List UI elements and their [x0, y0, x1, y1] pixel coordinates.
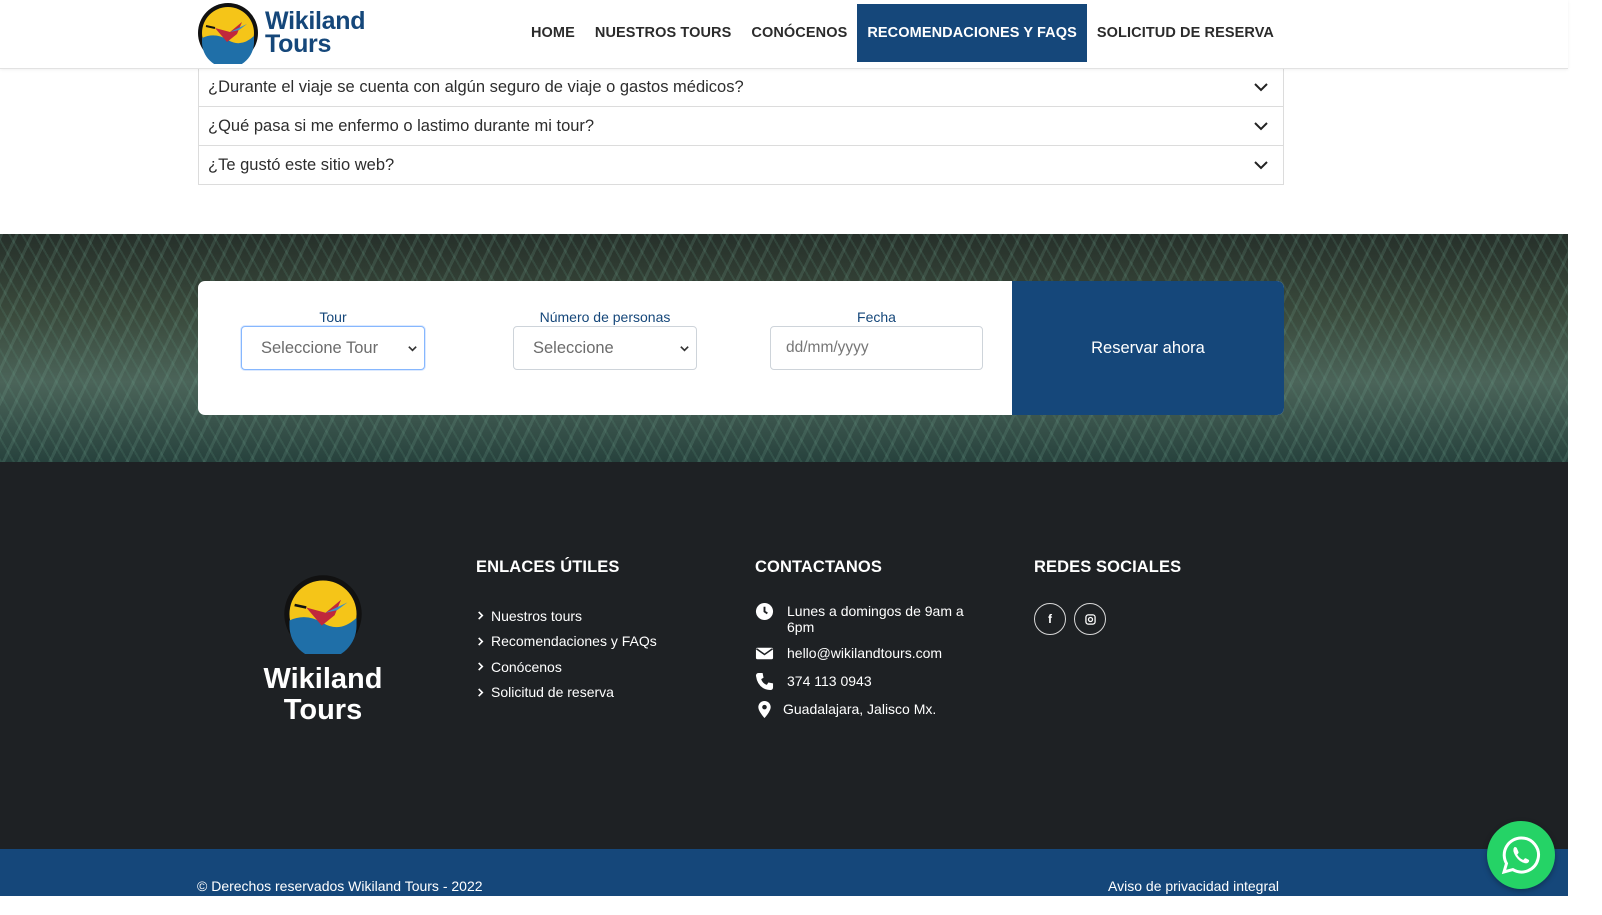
faq-item[interactable]: ¿Qué pasa si me enfermo o lastimo durant…: [199, 106, 1283, 145]
contact-email[interactable]: hello@wikilandtours.com: [755, 645, 985, 663]
footer-brand-name: Wikiland Tours: [255, 664, 391, 726]
people-select[interactable]: Seleccione: [513, 326, 697, 370]
footer-brand-line2: Tours: [283, 694, 363, 726]
tour-label: Tour: [319, 309, 347, 325]
footer-link-label: Solicitud de reserva: [491, 684, 614, 701]
site-header: Wikiland Tours HOME NUESTROS TOURS CONÓC…: [0, 0, 1568, 69]
useful-links-column: ENLACES ÚTILES Nuestros tours Recomendac…: [476, 558, 657, 705]
clock-icon: [755, 602, 774, 621]
contact-phone-text: 374 113 0943: [787, 673, 872, 689]
brand-name-line2: Tours: [265, 30, 332, 58]
date-placeholder: dd/mm/yyyy: [786, 339, 869, 356]
contact-title: CONTACTANOS: [755, 558, 882, 576]
people-field: Número de personas Seleccione: [513, 309, 697, 370]
hummingbird-logo-icon: [198, 3, 258, 64]
nav-conocenos[interactable]: CONÓCENOS: [741, 4, 857, 62]
social-title: REDES SOCIALES: [1034, 558, 1182, 576]
booking-form: Tour Seleccione Tour Número de personas …: [198, 281, 1284, 415]
contact-phone[interactable]: 374 113 0943: [755, 672, 985, 691]
chevron-right-icon: [478, 688, 484, 697]
tour-select[interactable]: Seleccione Tour: [241, 326, 425, 370]
hummingbird-logo-icon: [284, 575, 362, 654]
chevron-down-icon: [1254, 83, 1268, 92]
faq-question: ¿Te gustó este sitio web?: [208, 155, 395, 174]
social-column: REDES SOCIALES f: [1034, 558, 1181, 635]
footer-link-recomendaciones[interactable]: Recomendaciones y FAQs: [476, 629, 657, 655]
phone-icon: [755, 672, 774, 691]
chevron-right-icon: [478, 662, 484, 671]
footer-link-conocenos[interactable]: Conócenos: [476, 654, 657, 680]
date-field: Fecha dd/mm/yyyy: [770, 309, 983, 370]
site-footer: Wikiland Tours ENLACES ÚTILES Nuestros t…: [0, 462, 1568, 849]
instagram-glyph-icon: [1084, 613, 1096, 625]
faq-item[interactable]: ¿Durante el viaje se cuenta con algún se…: [199, 68, 1283, 106]
faq-accordion: ¿Durante el viaje se cuenta con algún se…: [198, 68, 1284, 185]
faq-item[interactable]: ¿Te gustó este sitio web?: [199, 145, 1283, 184]
footer-link-solicitud[interactable]: Solicitud de reserva: [476, 680, 657, 706]
date-label: Fecha: [857, 309, 896, 325]
contact-location-text: Guadalajara, Jalisco Mx.: [783, 701, 937, 717]
nav-nuestros-tours[interactable]: NUESTROS TOURS: [585, 4, 741, 62]
footer-brand-line1: Wikiland: [263, 663, 383, 695]
nav-home[interactable]: HOME: [521, 4, 585, 62]
nav-solicitud-reserva[interactable]: SOLICITUD DE RESERVA: [1087, 4, 1284, 62]
useful-links-list: Nuestros tours Recomendaciones y FAQs Co…: [476, 603, 657, 705]
contact-location: Guadalajara, Jalisco Mx.: [755, 700, 985, 719]
reserve-now-button[interactable]: Reservar ahora: [1012, 281, 1284, 415]
envelope-icon: [755, 647, 774, 660]
chevron-right-icon: [478, 637, 484, 646]
chevron-down-icon: [1254, 161, 1268, 170]
faq-question: ¿Durante el viaje se cuenta con algún se…: [208, 77, 744, 96]
footer-link-nuestros-tours[interactable]: Nuestros tours: [476, 603, 657, 629]
useful-links-title: ENLACES ÚTILES: [476, 558, 620, 576]
main-nav: HOME NUESTROS TOURS CONÓCENOS RECOMENDAC…: [521, 4, 1284, 62]
brand-logo[interactable]: Wikiland Tours: [197, 2, 377, 64]
chevron-down-icon: [408, 345, 417, 352]
copyright-bar: © Derechos reservados Wikiland Tours - 2…: [0, 849, 1568, 896]
date-input[interactable]: dd/mm/yyyy: [770, 326, 983, 370]
footer-link-label: Nuestros tours: [491, 607, 583, 624]
social-links: f: [1034, 603, 1181, 635]
nav-recomendaciones-faqs[interactable]: RECOMENDACIONES Y FAQS: [857, 4, 1087, 62]
copyright-text: © Derechos reservados Wikiland Tours - 2…: [197, 878, 483, 894]
contact-email-text: hello@wikilandtours.com: [787, 645, 943, 661]
instagram-icon[interactable]: [1074, 603, 1106, 635]
map-pin-icon: [758, 700, 771, 719]
chevron-down-icon: [1254, 122, 1268, 131]
footer-link-label: Conócenos: [491, 658, 562, 675]
whatsapp-button[interactable]: [1487, 821, 1555, 889]
footer-logo[interactable]: Wikiland Tours: [255, 574, 391, 726]
contact-hours-text: Lunes a domingos de 9am a 6pm: [787, 603, 964, 635]
booking-band-background: Tour Seleccione Tour Número de personas …: [0, 234, 1568, 462]
people-label: Número de personas: [539, 309, 671, 325]
tour-select-value: Seleccione Tour: [261, 338, 379, 357]
facebook-icon[interactable]: f: [1034, 603, 1066, 635]
people-select-value: Seleccione: [533, 338, 614, 357]
chevron-right-icon: [478, 611, 484, 620]
chevron-down-icon: [680, 345, 689, 352]
tour-field: Tour Seleccione Tour: [241, 309, 425, 370]
privacy-link[interactable]: Aviso de privacidad integral: [1108, 878, 1279, 894]
brand-name: Wikiland Tours: [265, 9, 365, 58]
faq-question: ¿Qué pasa si me enfermo o lastimo durant…: [208, 116, 595, 135]
whatsapp-icon: [1501, 836, 1540, 875]
contact-column: CONTACTANOS Lunes a domingos de 9am a 6p…: [755, 558, 985, 729]
contact-hours: Lunes a domingos de 9am a 6pm: [755, 602, 985, 635]
footer-link-label: Recomendaciones y FAQs: [491, 633, 657, 650]
